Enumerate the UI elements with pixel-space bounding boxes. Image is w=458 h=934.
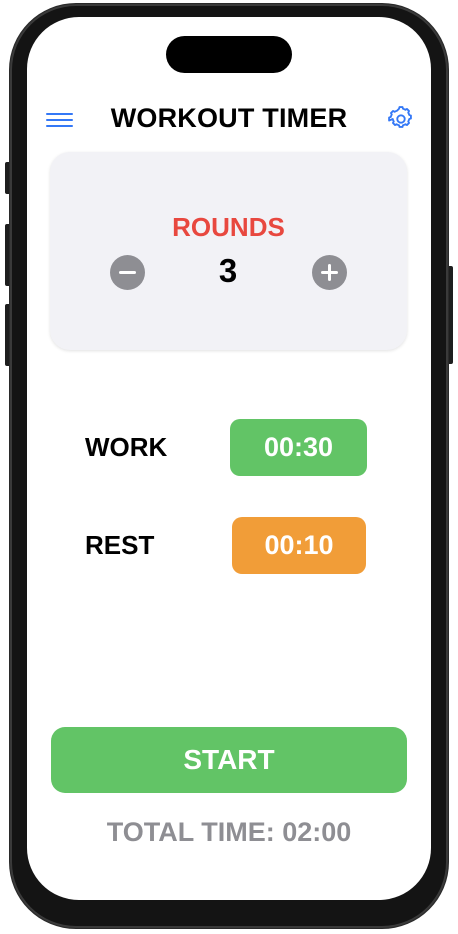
rounds-label: ROUNDS xyxy=(172,212,285,242)
app-header: WORKOUT TIMER xyxy=(27,99,431,139)
decrement-rounds-button[interactable] xyxy=(110,255,145,290)
app-screen: WORKOUT TIMER ROUNDS 3 WORK 00:30 REST 0… xyxy=(27,17,431,900)
rounds-value: 3 xyxy=(218,252,238,289)
total-time-label: TOTAL TIME: 02:00 xyxy=(106,817,352,847)
increment-rounds-button[interactable] xyxy=(312,255,347,290)
device-frame: WORKOUT TIMER ROUNDS 3 WORK 00:30 REST 0… xyxy=(0,0,458,934)
minus-icon xyxy=(119,271,136,274)
dynamic-island xyxy=(166,36,292,73)
start-button[interactable]: START xyxy=(51,727,407,793)
rest-time-button[interactable]: 00:10 xyxy=(232,517,366,574)
plus-icon-vertical xyxy=(328,264,331,281)
phone-body: WORKOUT TIMER ROUNDS 3 WORK 00:30 REST 0… xyxy=(10,4,448,928)
work-label: WORK xyxy=(85,432,168,462)
rest-label: REST xyxy=(85,530,155,560)
gear-icon[interactable] xyxy=(387,105,415,133)
work-time-button[interactable]: 00:30 xyxy=(230,419,367,476)
rounds-card: ROUNDS 3 xyxy=(50,152,407,350)
page-title: WORKOUT TIMER xyxy=(110,103,348,133)
